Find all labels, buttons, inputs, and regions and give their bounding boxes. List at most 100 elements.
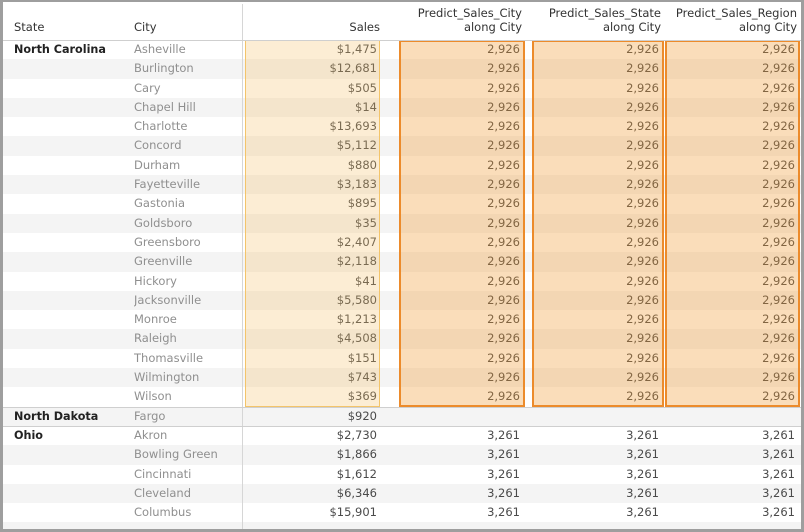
- cell-predict-sales-region[interactable]: 3,261: [668, 445, 795, 464]
- cell-city[interactable]: Akron: [134, 426, 239, 445]
- table-row[interactable]: Greenville$2,1182,9262,9262,926: [3, 252, 801, 271]
- cell-predict-sales-state[interactable]: 2,926: [535, 175, 659, 194]
- cell-state[interactable]: [14, 233, 132, 252]
- cell-state[interactable]: [14, 98, 132, 117]
- cell-sales[interactable]: $2,118: [249, 252, 377, 271]
- cell-city[interactable]: Fayetteville: [134, 175, 239, 194]
- table-row[interactable]: Cleveland$6,3463,2613,2613,261: [3, 484, 801, 503]
- table-row[interactable]: Monroe $1,213 2,926 2,926 2,926: [3, 310, 801, 329]
- cell-sales[interactable]: $895: [249, 194, 377, 213]
- cell-predict-sales-region[interactable]: 2,926: [668, 214, 795, 233]
- cell-sales[interactable]: $6,346: [249, 484, 377, 503]
- cell-predict-sales-city[interactable]: 2,926: [402, 136, 520, 155]
- cell-sales[interactable]: $35: [249, 214, 377, 233]
- cell-predict-sales-region[interactable]: 3,261: [668, 484, 795, 503]
- table-row[interactable]: Chapel Hill$142,9262,9262,926: [3, 98, 801, 117]
- cell-predict-sales-city[interactable]: 2,926: [402, 79, 520, 98]
- table-row[interactable]: Durham$8802,9262,9262,926: [3, 156, 801, 175]
- table-row[interactable]: North CarolinaAsheville$1,4752,9262,9262…: [3, 40, 801, 59]
- cell-city[interactable]: Jacksonville: [134, 291, 239, 310]
- cell-state[interactable]: [14, 445, 132, 464]
- cell-predict-sales-region[interactable]: [668, 407, 795, 426]
- cell-sales[interactable]: $1,213: [249, 310, 377, 329]
- table-row[interactable]: Bowling Green$1,8663,2613,2613,261: [3, 445, 801, 464]
- cell-predict-sales-city[interactable]: 3,261: [402, 484, 520, 503]
- table-row[interactable]: Goldsboro$352,9262,9262,926: [3, 214, 801, 233]
- cell-predict-sales-state[interactable]: 3,261: [535, 426, 659, 445]
- table-row[interactable]: Wilmington$7432,9262,9262,926: [3, 368, 801, 387]
- cell-predict-sales-city[interactable]: 2,926: [402, 59, 520, 78]
- table-row[interactable]: Gastonia $895 2,926 2,926 2,926: [3, 194, 801, 213]
- cell-predict-sales-city[interactable]: 3,261: [402, 426, 520, 445]
- cell-predict-sales-city[interactable]: 2,926: [402, 194, 520, 213]
- cell-sales[interactable]: $5,580: [249, 291, 377, 310]
- cell-predict-sales-region[interactable]: 3,261: [668, 503, 795, 522]
- cell-predict-sales-state[interactable]: 2,926: [535, 272, 659, 291]
- cell-sales[interactable]: $151: [249, 349, 377, 368]
- cell-predict-sales-region[interactable]: 2,926: [668, 194, 795, 213]
- cell-predict-sales-state[interactable]: 2,926: [535, 79, 659, 98]
- cell-predict-sales-region[interactable]: 2,926: [668, 59, 795, 78]
- cell-predict-sales-city[interactable]: 2,926: [402, 329, 520, 348]
- cell-predict-sales-region[interactable]: 3,261: [668, 426, 795, 445]
- cell-predict-sales-region[interactable]: [668, 522, 795, 532]
- cell-predict-sales-state[interactable]: 2,926: [535, 98, 659, 117]
- table-row[interactable]: Wilson$3692,9262,9262,926: [3, 387, 801, 406]
- table-row[interactable]: Fayetteville$3,1832,9262,9262,926: [3, 175, 801, 194]
- cell-city[interactable]: Wilmington: [134, 368, 239, 387]
- cell-predict-sales-region[interactable]: 2,926: [668, 40, 795, 59]
- cell-state[interactable]: North Dakota: [14, 407, 132, 426]
- table-row[interactable]: Charlotte$13,6932,9262,9262,926: [3, 117, 801, 136]
- cell-city[interactable]: Wilson: [134, 387, 239, 406]
- cell-state[interactable]: [14, 387, 132, 406]
- cell-sales[interactable]: $2,730: [249, 426, 377, 445]
- cell-predict-sales-city[interactable]: 2,926: [402, 291, 520, 310]
- cell-city[interactable]: Gastonia: [134, 194, 239, 213]
- cell-state[interactable]: [14, 272, 132, 291]
- cell-city[interactable]: Bowling Green: [134, 445, 239, 464]
- cell-sales[interactable]: $5,112: [249, 136, 377, 155]
- table-row[interactable]: Cary$5052,9262,9262,926: [3, 79, 801, 98]
- cell-predict-sales-city[interactable]: 2,926: [402, 387, 520, 406]
- cell-sales[interactable]: $1,866: [249, 445, 377, 464]
- cell-predict-sales-city[interactable]: 2,926: [402, 252, 520, 271]
- cell-predict-sales-region[interactable]: 3,261: [668, 465, 795, 484]
- cell-city[interactable]: Charlotte: [134, 117, 239, 136]
- cell-predict-sales-state[interactable]: 2,926: [535, 194, 659, 213]
- cell-predict-sales-state[interactable]: 2,926: [535, 59, 659, 78]
- cell-city[interactable]: Columbus: [134, 503, 239, 522]
- cell-state[interactable]: Ohio: [14, 426, 132, 445]
- table-row[interactable]: Jacksonville$5,5802,9262,9262,926: [3, 291, 801, 310]
- cell-sales[interactable]: $12,681: [249, 59, 377, 78]
- cell-state[interactable]: [14, 59, 132, 78]
- cell-predict-sales-region[interactable]: 2,926: [668, 310, 795, 329]
- cell-state[interactable]: [14, 503, 132, 522]
- cell-sales[interactable]: $1,612: [249, 465, 377, 484]
- cell-predict-sales-state[interactable]: 2,926: [535, 252, 659, 271]
- cell-predict-sales-state[interactable]: 2,926: [535, 291, 659, 310]
- cell-city[interactable]: Chapel Hill: [134, 98, 239, 117]
- cell-predict-sales-state[interactable]: 2,926: [535, 310, 659, 329]
- cell-state[interactable]: [14, 194, 132, 213]
- cell-predict-sales-city[interactable]: 2,926: [402, 310, 520, 329]
- cell-state[interactable]: [14, 175, 132, 194]
- cell-state[interactable]: [14, 214, 132, 233]
- cell-predict-sales-state[interactable]: 2,926: [535, 156, 659, 175]
- cell-state[interactable]: [14, 522, 132, 532]
- cell-predict-sales-city[interactable]: 2,926: [402, 368, 520, 387]
- cell-sales[interactable]: $880: [249, 156, 377, 175]
- column-header-city[interactable]: City: [134, 2, 239, 40]
- cell-predict-sales-region[interactable]: 2,926: [668, 272, 795, 291]
- cell-predict-sales-state[interactable]: 3,261: [535, 465, 659, 484]
- table-row[interactable]: Columbus$15,9013,2613,2613,261: [3, 503, 801, 522]
- cell-state[interactable]: [14, 291, 132, 310]
- table-row[interactable]: Cincinnati$1,6123,2613,2613,261: [3, 465, 801, 484]
- cell-predict-sales-state[interactable]: 2,926: [535, 40, 659, 59]
- cell-predict-sales-state[interactable]: 2,926: [535, 214, 659, 233]
- column-header-predict-sales-region[interactable]: Predict_Sales_Region along City: [668, 2, 797, 40]
- cell-state[interactable]: [14, 117, 132, 136]
- cell-predict-sales-city[interactable]: 2,926: [402, 233, 520, 252]
- cell-city[interactable]: Monroe: [134, 310, 239, 329]
- cell-city[interactable]: Asheville: [134, 40, 239, 59]
- cell-city[interactable]: Goldsboro: [134, 214, 239, 233]
